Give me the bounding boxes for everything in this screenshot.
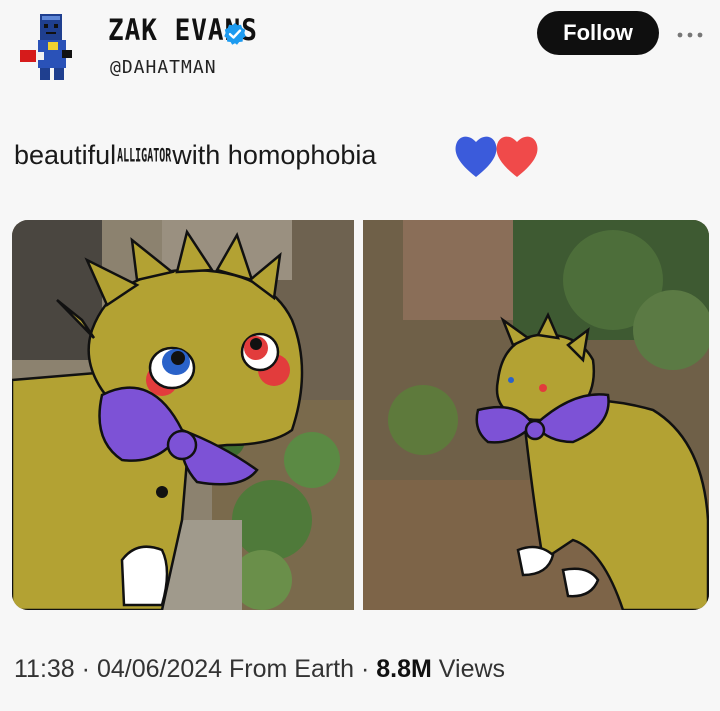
tweet-date[interactable]: 04/06/2024 [97, 655, 222, 683]
photo-right[interactable] [363, 220, 709, 610]
tweet-source: From Earth [222, 655, 355, 683]
verified-badge-icon [223, 22, 247, 46]
tweet-text: beautiful ALLIGATOR with homophobia [14, 140, 376, 171]
avatar[interactable] [14, 12, 76, 82]
view-count: 8.8M [376, 655, 432, 683]
creature-drawing-right [363, 220, 709, 610]
tweet-text-end: with homophobia [172, 140, 377, 170]
follow-button[interactable]: Follow [537, 11, 659, 55]
photo-left[interactable] [12, 220, 354, 610]
blue-heart-icon [455, 136, 497, 177]
red-heart-icon [496, 136, 538, 177]
avatar-pixel-icon [20, 14, 72, 80]
separator: · [354, 655, 377, 683]
heart-emojis [454, 133, 540, 179]
tweet-time[interactable]: 11:38 [14, 655, 75, 683]
tweet-timestamp: 11:38 · 04/06/2024 From Earth · 8.8M Vie… [14, 655, 505, 684]
tweet-text-start: beautiful [14, 140, 117, 170]
separator: · [74, 655, 97, 683]
more-icon[interactable] [676, 27, 704, 38]
creature-drawing-left [12, 220, 354, 610]
views-label: Views [431, 655, 506, 683]
user-handle[interactable]: @DAHATMAN [110, 57, 217, 78]
tweet-text-small: ALLIGATOR [117, 146, 172, 167]
